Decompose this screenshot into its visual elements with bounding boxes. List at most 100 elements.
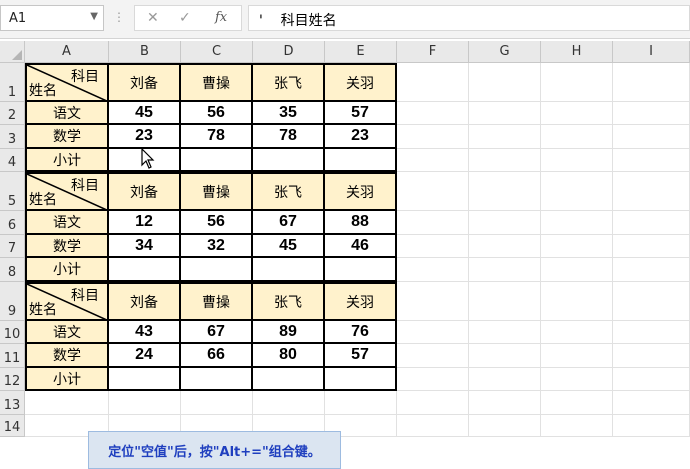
subtotal-cell[interactable] [253, 258, 325, 282]
score-cell[interactable]: 66 [181, 344, 253, 368]
row-header-8[interactable]: 8 [0, 258, 25, 282]
column-header-A[interactable]: A [25, 41, 109, 63]
name-header-cell[interactable]: 曹操 [181, 172, 253, 211]
name-header-cell[interactable]: 关羽 [325, 282, 397, 321]
subject-label-cell[interactable]: 小计 [25, 258, 109, 282]
formula-bar: A1 ▼ ⋮ ✕ ✓ fx ' 科目姓名 [0, 0, 690, 39]
enter-icon[interactable]: ✓ [179, 10, 191, 26]
score-cell[interactable]: 57 [325, 102, 397, 125]
column-header-E[interactable]: E [325, 41, 397, 63]
subtotal-cell[interactable] [325, 149, 397, 172]
name-header-cell[interactable]: 张飞 [253, 172, 325, 211]
chevron-down-icon[interactable]: ▼ [90, 11, 98, 22]
name-box-value: A1 [9, 11, 27, 26]
score-cell[interactable]: 23 [325, 125, 397, 149]
subject-label-cell[interactable]: 数学 [25, 344, 109, 368]
row-header-6[interactable]: 6 [0, 211, 25, 235]
subject-label-cell[interactable]: 小计 [25, 149, 109, 172]
score-cell[interactable]: 78 [253, 125, 325, 149]
subtotal-cell[interactable] [253, 368, 325, 391]
column-header-B[interactable]: B [109, 41, 181, 63]
select-all-button[interactable] [0, 41, 25, 63]
diagonal-header-cell[interactable]: 科目 姓名 [25, 63, 109, 102]
score-cell[interactable]: 76 [325, 321, 397, 344]
column-header-G[interactable]: G [469, 41, 541, 63]
column-header-C[interactable]: C [181, 41, 253, 63]
row-header-12[interactable]: 12 [0, 368, 25, 391]
row-header-7[interactable]: 7 [0, 235, 25, 258]
subject-label-cell[interactable]: 语文 [25, 211, 109, 235]
name-box[interactable]: A1 ▼ [0, 5, 104, 31]
score-cell[interactable]: 45 [253, 235, 325, 258]
name-header-cell[interactable]: 张飞 [253, 63, 325, 102]
row-header-13[interactable]: 13 [0, 391, 25, 415]
diagonal-header-cell[interactable]: 科目 姓名 [25, 282, 109, 321]
cancel-icon[interactable]: ✕ [147, 10, 159, 26]
name-header-cell[interactable]: 曹操 [181, 63, 253, 102]
subtotal-cell[interactable] [181, 149, 253, 172]
subtotal-cell[interactable] [109, 258, 181, 282]
subtotal-cell[interactable] [181, 368, 253, 391]
row-header-11[interactable]: 11 [0, 344, 25, 368]
subject-label-cell[interactable]: 语文 [25, 321, 109, 344]
subtotal-cell[interactable] [253, 149, 325, 172]
name-header-cell[interactable]: 关羽 [325, 63, 397, 102]
score-cell[interactable]: 35 [253, 102, 325, 125]
score-cell[interactable]: 32 [181, 235, 253, 258]
diagonal-header-cell[interactable]: 科目 姓名 [25, 172, 109, 211]
diagonal-header-top: 科目 [71, 69, 99, 85]
score-cell[interactable]: 67 [181, 321, 253, 344]
subtotal-cell[interactable] [325, 368, 397, 391]
row-header-4[interactable]: 4 [0, 149, 25, 172]
mouse-cursor-icon [141, 148, 155, 169]
row-header-9[interactable]: 9 [0, 282, 25, 321]
score-cell[interactable]: 89 [253, 321, 325, 344]
score-cell[interactable]: 57 [325, 344, 397, 368]
score-cell[interactable]: 24 [109, 344, 181, 368]
name-header-cell[interactable]: 张飞 [253, 282, 325, 321]
score-cell[interactable]: 56 [181, 211, 253, 235]
spreadsheet-grid[interactable]: ABCDEFGHI 1 2 3 4 5 6 7 8 9 10 11 12 13 14 科目 姓名 刘备 曹操 张飞… [0, 39, 690, 469]
diagonal-header-bottom: 姓名 [29, 192, 57, 208]
name-header-cell[interactable]: 曹操 [181, 282, 253, 321]
name-header-cell[interactable]: 关羽 [325, 172, 397, 211]
subject-label-cell[interactable]: 数学 [25, 125, 109, 149]
score-cell[interactable]: 12 [109, 211, 181, 235]
row-header-3[interactable]: 3 [0, 125, 25, 149]
more-options-icon[interactable]: ⋮ [113, 10, 125, 24]
name-header-cell[interactable]: 刘备 [109, 63, 181, 102]
score-cell[interactable]: 78 [181, 125, 253, 149]
subject-label-cell[interactable]: 数学 [25, 235, 109, 258]
formula-buttons: ✕ ✓ fx [134, 5, 242, 31]
row-header-10[interactable]: 10 [0, 321, 25, 344]
gridline [540, 63, 541, 437]
name-header-cell[interactable]: 刘备 [109, 282, 181, 321]
hint-textbox: 定位"空值"后，按"Alt+="组合键。 [88, 431, 341, 469]
column-header-D[interactable]: D [253, 41, 325, 63]
subject-label-cell[interactable]: 小计 [25, 368, 109, 391]
score-cell[interactable]: 56 [181, 102, 253, 125]
score-cell[interactable]: 80 [253, 344, 325, 368]
row-header-5[interactable]: 5 [0, 172, 25, 211]
row-header-2[interactable]: 2 [0, 102, 25, 125]
subtotal-cell[interactable] [325, 258, 397, 282]
score-cell[interactable]: 67 [253, 211, 325, 235]
formula-input[interactable]: ' 科目姓名 [248, 5, 690, 31]
row-header-14[interactable]: 14 [0, 415, 25, 437]
score-cell[interactable]: 23 [109, 125, 181, 149]
score-cell[interactable]: 45 [109, 102, 181, 125]
score-cell[interactable]: 46 [325, 235, 397, 258]
score-cell[interactable]: 43 [109, 321, 181, 344]
column-header-I[interactable]: I [613, 41, 690, 63]
subtotal-cell[interactable] [109, 368, 181, 391]
column-header-F[interactable]: F [397, 41, 469, 63]
insert-function-icon[interactable]: fx [215, 10, 227, 25]
column-header-H[interactable]: H [541, 41, 613, 63]
subtotal-cell[interactable] [181, 258, 253, 282]
formula-text: ' 科目姓名 [259, 13, 337, 29]
row-header-1[interactable]: 1 [0, 63, 25, 102]
score-cell[interactable]: 88 [325, 211, 397, 235]
name-header-cell[interactable]: 刘备 [109, 172, 181, 211]
score-cell[interactable]: 34 [109, 235, 181, 258]
subject-label-cell[interactable]: 语文 [25, 102, 109, 125]
